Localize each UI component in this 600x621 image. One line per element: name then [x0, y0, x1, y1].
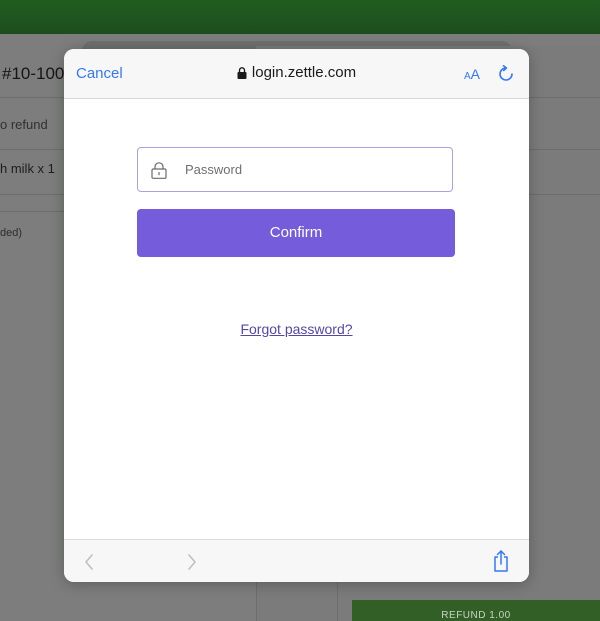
url-display[interactable]: login.zettle.com [237, 64, 356, 81]
text-size-button[interactable]: AA [464, 66, 480, 84]
confirm-button[interactable]: Confirm [137, 209, 455, 257]
lock-icon [237, 66, 247, 79]
chevron-right-icon[interactable] [185, 552, 199, 572]
text-size-small-glyph: A [464, 71, 471, 82]
lock-icon [151, 162, 167, 179]
divider [337, 582, 338, 621]
order-item: h milk x 1 [0, 161, 55, 176]
password-field[interactable] [137, 147, 453, 192]
url-text: login.zettle.com [251, 64, 357, 81]
refund-button: REFUND 1.00 [352, 600, 600, 621]
reload-icon[interactable] [497, 65, 515, 83]
share-icon[interactable] [491, 549, 511, 573]
login-page: Confirm Forgot password? [64, 99, 529, 539]
forgot-password-link[interactable]: Forgot password? [240, 321, 352, 337]
app-top-bar [0, 0, 600, 34]
address-bar: login.zettle.com [64, 64, 529, 83]
chevron-left-icon[interactable] [82, 552, 96, 572]
text-size-large-glyph: A [470, 66, 481, 82]
forgot-password-row: Forgot password? [64, 321, 529, 339]
login-browser-sheet: Cancel login.zettle.com AA Confirm Forgo… [64, 49, 529, 582]
password-input[interactable] [185, 148, 435, 190]
order-number: #10-100 [2, 64, 65, 83]
cancel-button[interactable]: Cancel [76, 65, 123, 82]
browser-toolbar: Cancel login.zettle.com AA [64, 49, 529, 99]
no-refund-text: o refund [0, 117, 48, 132]
divider [0, 211, 64, 212]
divider [256, 582, 257, 621]
refunded-text: ded) [0, 227, 23, 239]
browser-bottom-toolbar [64, 539, 529, 582]
